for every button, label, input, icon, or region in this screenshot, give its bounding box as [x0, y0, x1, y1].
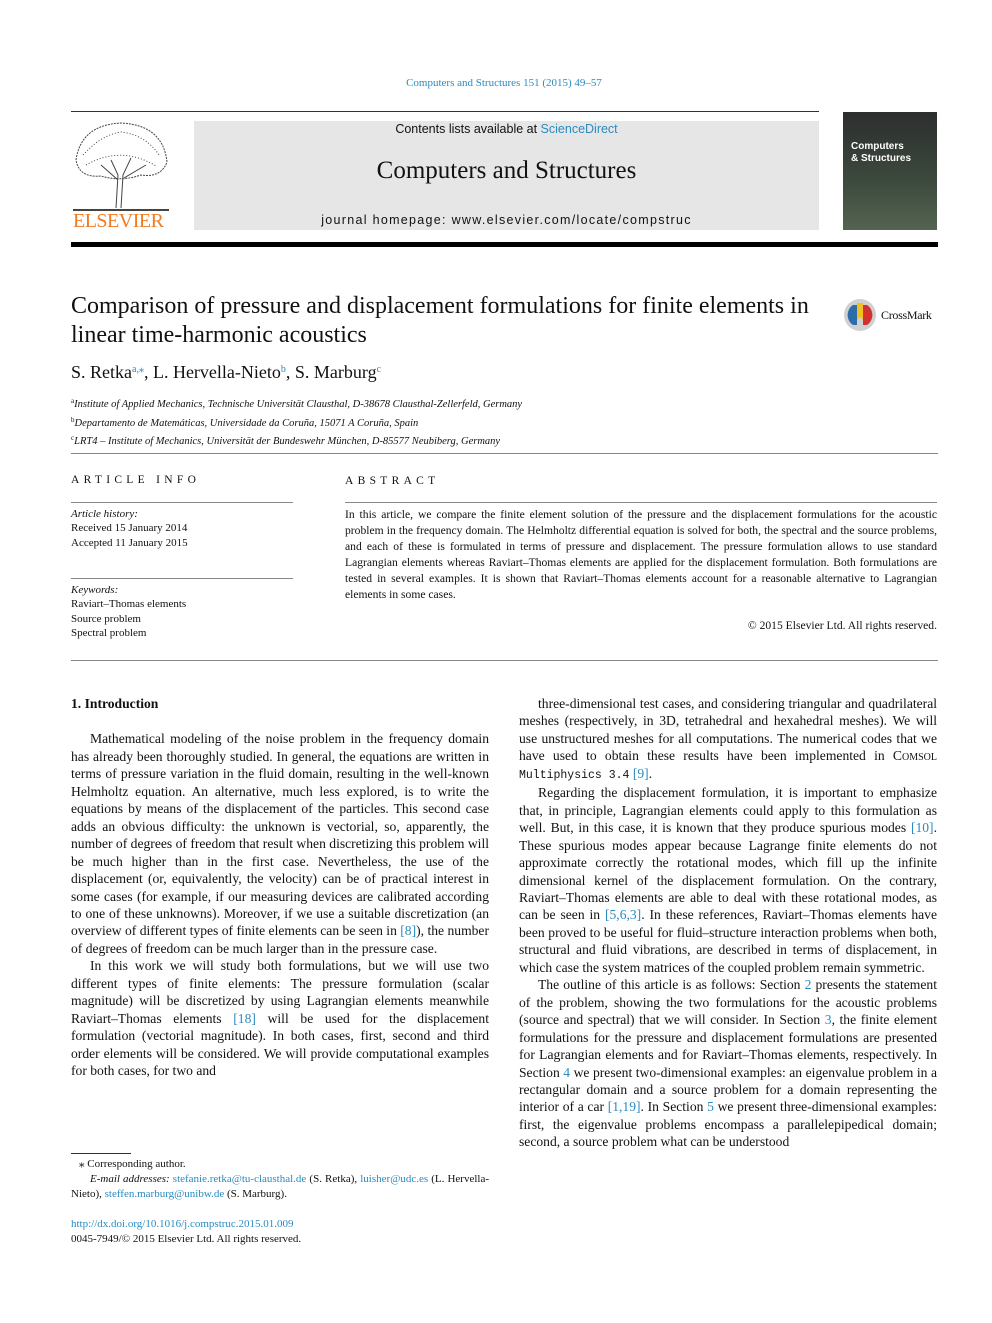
accepted-date: Accepted 11 January 2015 [71, 536, 188, 549]
body-paragraph: The outline of this article is as follow… [519, 976, 937, 1151]
journal-reference-link[interactable]: Computers and Structures 151 (2015) 49–5… [0, 77, 992, 89]
email-owner: (S. Retka), [309, 1173, 358, 1185]
reference-link[interactable]: [9] [633, 766, 649, 781]
crossmark-button[interactable]: CrossMark [843, 298, 943, 334]
affiliation: bDepartamento de Matemáticas, Universida… [71, 413, 522, 432]
keywords: Keywords: Raviart–Thomas elements Source… [71, 583, 186, 640]
body-paragraph: In this work we will study both formulat… [71, 957, 489, 1079]
doi-link[interactable]: http://dx.doi.org/10.1016/j.compstruc.20… [71, 1218, 294, 1230]
email-label: E-mail addresses: [90, 1173, 170, 1185]
section-heading: 1. Introduction [71, 696, 159, 711]
received-date: Received 15 January 2014 [71, 522, 188, 535]
body-paragraph: Regarding the displacement formulation, … [519, 784, 937, 976]
affiliation-text: Departamento de Matemáticas, Universidad… [74, 417, 419, 429]
body-column-right: three-dimensional test cases, and consid… [519, 695, 937, 1151]
journal-homepage[interactable]: journal homepage: www.elsevier.com/locat… [194, 213, 819, 227]
text-run: three-dimensional test cases, and consid… [519, 696, 937, 764]
email-link[interactable]: stefanie.retka@tu-clausthal.de [173, 1173, 307, 1185]
keyword: Source problem [71, 612, 141, 625]
keywords-label: Keywords: [71, 584, 119, 596]
keywords-rule [71, 578, 293, 579]
text-run: . [648, 765, 653, 781]
issn-copyright: 0045-7949/© 2015 Elsevier Ltd. All right… [71, 1233, 302, 1245]
crossmark-label: CrossMark [881, 308, 932, 322]
reference-link[interactable]: 3 [825, 1012, 832, 1027]
section-rule [71, 453, 938, 454]
corresponding-author-note: ⁎ Corresponding author. [79, 1158, 186, 1170]
history-label: Article history: [71, 508, 138, 520]
affiliation-text: Institute of Applied Mechanics, Technisc… [74, 399, 523, 410]
reference-link[interactable]: [8] [400, 923, 416, 938]
abstract-rule [345, 502, 937, 503]
elsevier-logo: ELSEVIER [71, 120, 171, 232]
crossmark-icon [844, 299, 876, 331]
section-rule [71, 660, 938, 661]
text-run: . In Section [640, 1099, 708, 1115]
software-name-mono: Multiphysics 3.4 [519, 768, 630, 782]
affiliation-text: LRT4 – Institute of Mechanics, Universit… [74, 436, 501, 447]
journal-banner: Contents lists available at ScienceDirec… [194, 121, 819, 230]
sciencedirect-link[interactable]: ScienceDirect [541, 122, 618, 136]
right-paragraphs: three-dimensional test cases, and consid… [519, 695, 937, 1151]
reference-link[interactable]: [1,19] [608, 1099, 641, 1114]
journal-cover-image[interactable]: Computers & Structures [843, 112, 937, 230]
email-owner: (S. Marburg). [226, 1188, 287, 1200]
elsevier-wordmark: ELSEVIER [73, 210, 164, 232]
reference-link[interactable]: [18] [233, 1011, 256, 1026]
header-thick-rule [71, 242, 938, 247]
doi-block: http://dx.doi.org/10.1016/j.compstruc.20… [71, 1217, 301, 1247]
left-paragraphs: Mathematical modeling of the noise probl… [71, 730, 489, 1079]
cover-title-1: Computers [851, 141, 904, 152]
affiliation: cLRT4 – Institute of Mechanics, Universi… [71, 431, 522, 450]
cover-title-2: & Structures [851, 153, 912, 164]
keyword: Spectral problem [71, 626, 147, 639]
author[interactable]: L. Hervella-Nieto [153, 362, 281, 382]
author[interactable]: S. Retka [71, 362, 132, 382]
footnote: ⁎ Corresponding author. E-mail addresses… [71, 1157, 489, 1202]
header-rule [71, 111, 819, 112]
author-list: S. Retkaa,⁎, L. Hervella-Nietob, S. Marb… [71, 362, 382, 382]
author-affiliation-mark[interactable]: a,⁎ [132, 364, 144, 375]
keyword: Raviart–Thomas elements [71, 598, 187, 611]
footnote-rule [71, 1153, 131, 1154]
body-column-left: 1. Introduction Mathematical modeling of… [71, 695, 489, 1080]
author[interactable]: S. Marburg [295, 362, 377, 382]
text-run: The outline of this article is as follow… [538, 977, 805, 993]
journal-title: Computers and Structures [376, 157, 637, 184]
email-link[interactable]: steffen.marburg@unibw.de [105, 1188, 225, 1200]
article-info-heading: ARTICLE INFO [71, 474, 201, 486]
affiliations: aInstitute of Applied Mechanics, Technis… [71, 394, 522, 450]
reference-link[interactable]: [10] [911, 820, 934, 835]
body-paragraph: Mathematical modeling of the noise probl… [71, 730, 489, 957]
text-run: Regarding the displacement formulation, … [519, 785, 937, 836]
software-name: Comsol [892, 748, 937, 764]
abstract-copyright: © 2015 Elsevier Ltd. All rights reserved… [747, 619, 937, 632]
author-affiliation-mark[interactable]: c [377, 364, 381, 375]
reference-link[interactable]: [5,6,3] [605, 907, 641, 922]
text-run: Mathematical modeling of the noise probl… [71, 731, 489, 939]
reference-link[interactable]: 5 [707, 1099, 714, 1114]
contents-prefix: Contents lists available at [395, 122, 541, 136]
article-history: Article history: Received 15 January 201… [71, 507, 188, 550]
affiliation: aInstitute of Applied Mechanics, Technis… [71, 394, 522, 413]
abstract-heading: ABSTRACT [345, 475, 440, 487]
author-affiliation-mark[interactable]: b [281, 364, 286, 375]
email-link[interactable]: luisher@udc.es [360, 1173, 428, 1185]
tree-icon [73, 122, 169, 211]
article-title: Comparison of pressure and displacement … [71, 293, 809, 348]
body-paragraph: three-dimensional test cases, and consid… [519, 695, 937, 784]
article-info-rule [71, 502, 293, 503]
abstract-text: In this article, we compare the finite e… [345, 508, 937, 601]
